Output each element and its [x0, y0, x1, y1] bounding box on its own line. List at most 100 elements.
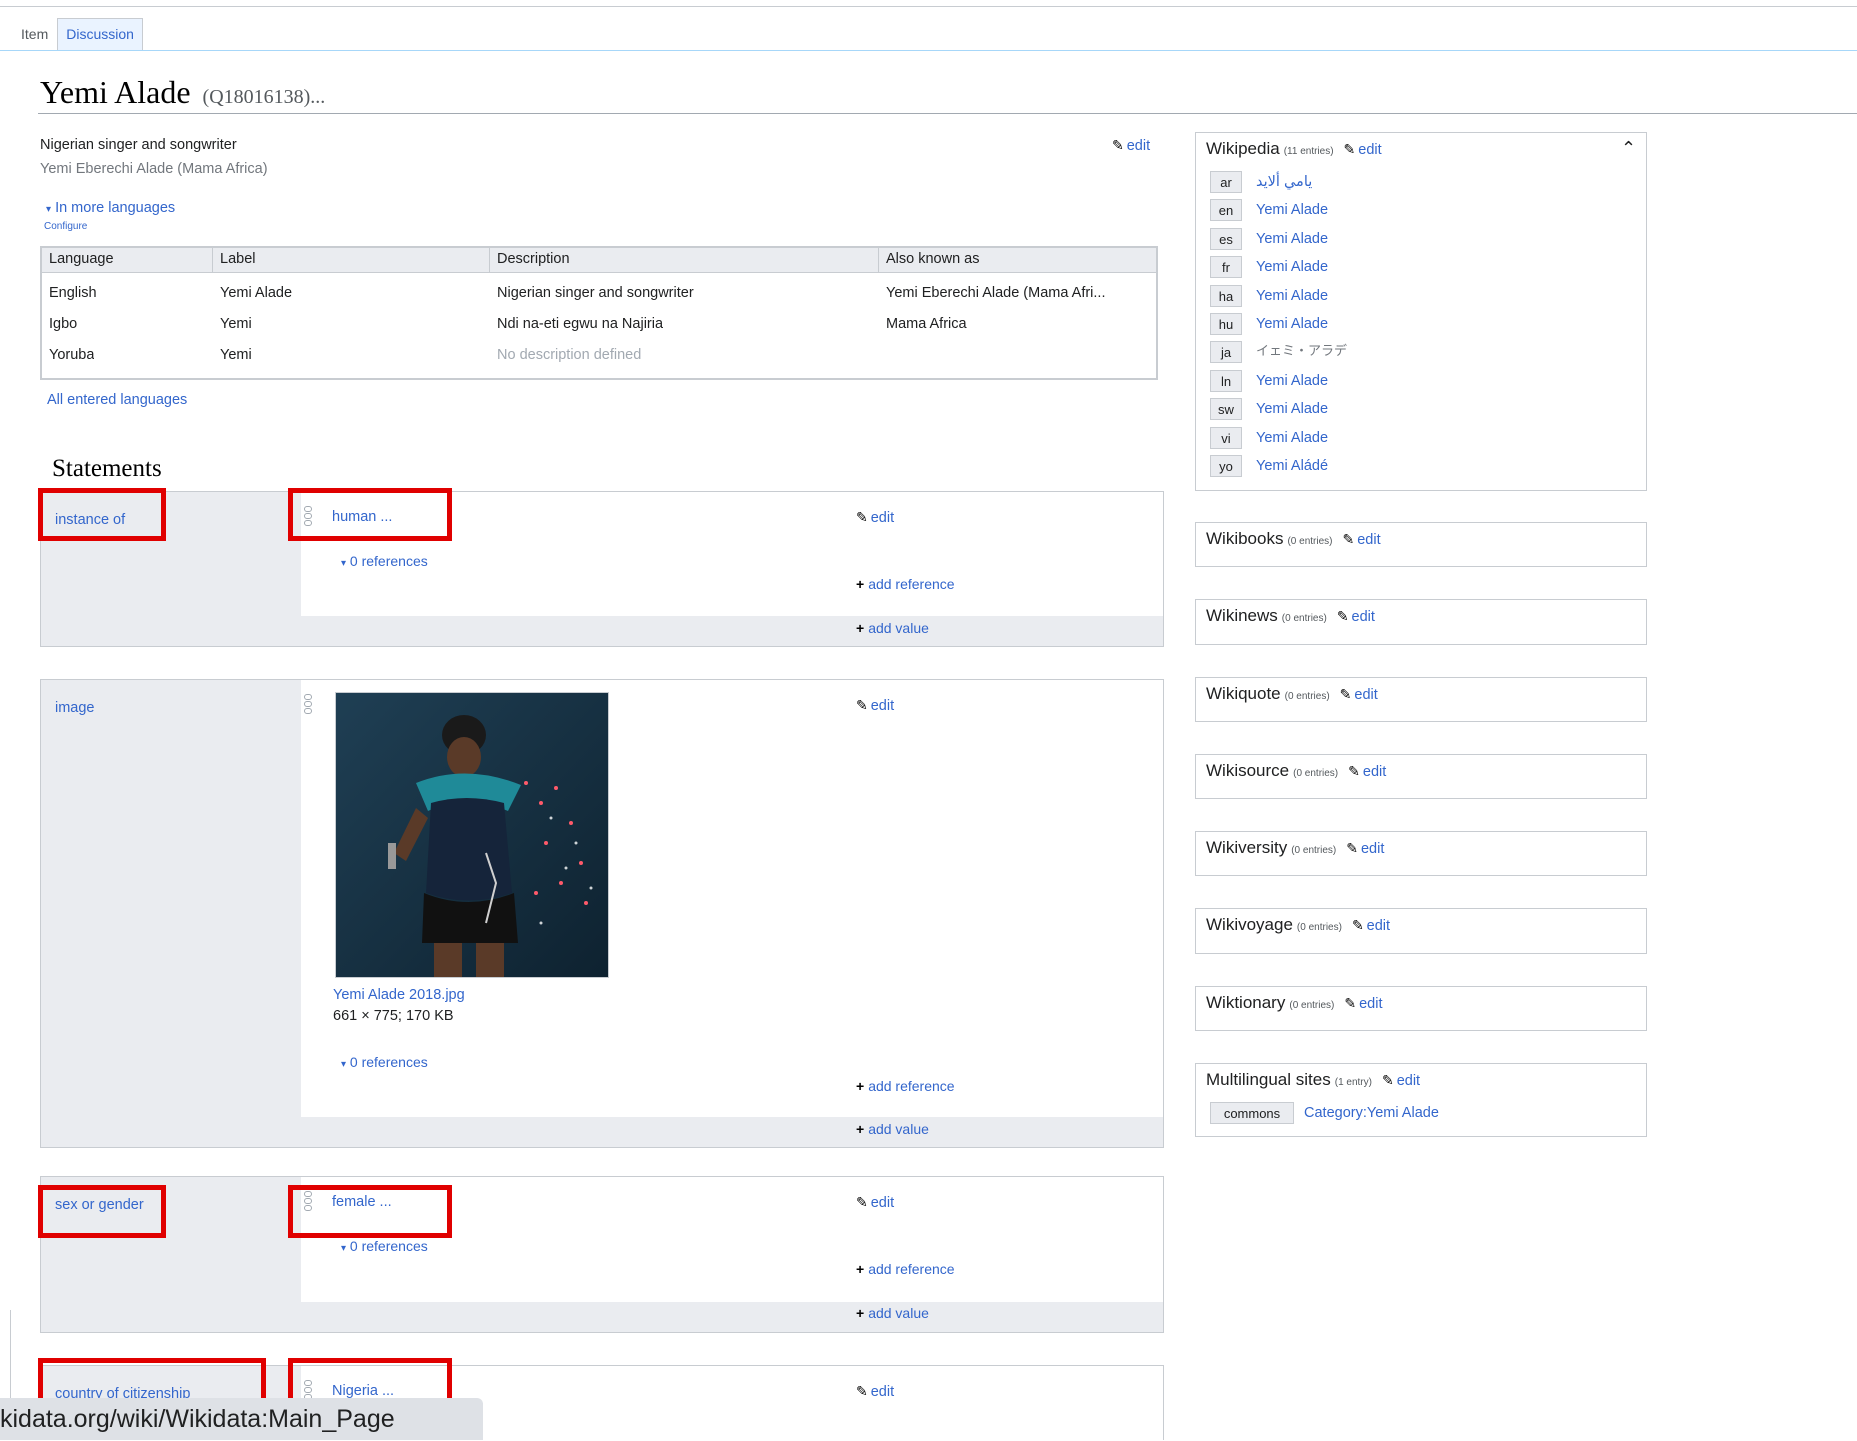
statement-edit-link[interactable]: ✎ edit [856, 1194, 894, 1211]
statement-edit-link[interactable]: ✎ edit [856, 1383, 894, 1400]
tab-item[interactable]: Item [12, 18, 57, 51]
add-value-link[interactable]: + add value [856, 620, 929, 636]
sitelinks-edit-link[interactable]: ✎ edit [1339, 686, 1378, 703]
entry-count: (0 entries) [1287, 536, 1333, 547]
col-description: Description [497, 251, 570, 267]
statement-edit-link[interactable]: ✎ edit [856, 509, 894, 526]
edit-label: edit [1354, 687, 1378, 703]
lang-code: ha [1210, 285, 1242, 307]
plus-icon: + [856, 1078, 865, 1094]
collapse-chevron-icon[interactable]: ⌃ [1621, 138, 1636, 159]
more-languages-toggle[interactable]: ▾ In more languages [46, 200, 175, 216]
row-description: No description defined [497, 347, 642, 363]
row-language: Yoruba [49, 347, 95, 363]
sitelink-title[interactable]: Yemi Alade [1256, 285, 1328, 307]
entry-count: (11 entries) [1283, 146, 1334, 157]
sitelink-title[interactable]: Yemi Alade [1256, 199, 1328, 221]
sitelinks-wikinews: Wikinews (0 entries) ✎ edit [1195, 599, 1647, 645]
sitelink-title[interactable]: يامي ألايد [1256, 171, 1312, 193]
add-reference-link[interactable]: + add reference [856, 1078, 955, 1094]
add-reference-label: add reference [868, 1078, 955, 1094]
table-header: Language Label Description Also known as [42, 248, 1156, 273]
statement-instance-of: instance of human ... ✎ edit ▾ 0 referenc… [40, 491, 1164, 647]
sitelinks-header: Wikiversity (0 entries) ✎ edit [1206, 838, 1384, 858]
sitelinks-wikiversity: Wikiversity (0 entries) ✎ edit [1195, 831, 1647, 876]
pencil-icon: ✎ [1339, 686, 1352, 702]
image-file-name[interactable]: Yemi Alade 2018.jpg [333, 987, 465, 1003]
edit-label: edit [870, 510, 895, 526]
references-toggle[interactable]: ▾ 0 references [341, 553, 428, 569]
add-reference-link[interactable]: + add reference [856, 1261, 955, 1277]
highlight-box [38, 1185, 166, 1238]
references-toggle[interactable]: ▾ 0 references [341, 1238, 428, 1254]
rank-selector-icon[interactable] [304, 694, 312, 716]
sitelinks-edit-link[interactable]: ✎ edit [1382, 1072, 1420, 1089]
entry-count: (0 entries) [1281, 613, 1327, 624]
sitelinks-wikipedia: Wikipedia (11 entries) ✎ edit ⌃ ar يامي ألا… [1195, 132, 1647, 491]
sitelink-title[interactable]: Yemi Alade [1256, 228, 1328, 250]
site-code: commons [1210, 1102, 1294, 1124]
lang-code: ln [1210, 370, 1242, 392]
add-reference-label: add reference [868, 1261, 955, 1277]
top-border [0, 0, 1857, 7]
sitelinks-header: Wikipedia (11 entries) ✎ edit [1206, 139, 1382, 159]
highlight-box [288, 1185, 452, 1238]
entry-count: (0 entries) [1293, 768, 1339, 779]
group-name: Wikivoyage [1206, 915, 1293, 934]
all-languages-link[interactable]: All entered languages [47, 392, 187, 408]
pencil-icon: ✎ [1342, 531, 1355, 547]
sitelinks-edit-link[interactable]: ✎ edit [1352, 917, 1390, 934]
sitelink-title[interactable]: Yemi Aládé [1256, 455, 1328, 477]
sitelinks-multilingual: Multilingual sites (1 entry) ✎ edit commons… [1195, 1063, 1647, 1137]
lang-code: hu [1210, 313, 1242, 335]
references-label: 0 references [349, 553, 428, 569]
pencil-icon: ✎ [856, 697, 868, 713]
sitelinks-edit-link[interactable]: ✎ edit [1346, 840, 1384, 857]
sitelink-title[interactable]: Yemi Alade [1256, 313, 1328, 335]
property-link[interactable]: image [55, 700, 95, 716]
entry-count: (0 entries) [1284, 691, 1330, 702]
statement-photo[interactable] [335, 692, 609, 978]
references-toggle[interactable]: ▾ 0 references [341, 1054, 428, 1070]
add-value-link[interactable]: + add value [856, 1305, 929, 1321]
sitelinks-edit-link[interactable]: ✎ edit [1337, 608, 1375, 625]
highlight-box [38, 488, 166, 541]
add-value-row [301, 1117, 1163, 1147]
statement-edit-link[interactable]: ✎ edit [856, 697, 894, 714]
pencil-icon: ✎ [856, 1194, 868, 1210]
row-label: Yemi [220, 316, 252, 332]
sitelink-title[interactable]: Category:Yemi Alade [1304, 1102, 1439, 1124]
group-name: Wiktionary [1206, 993, 1286, 1012]
group-name: Wikisource [1206, 761, 1290, 780]
edit-label: edit [1359, 996, 1383, 1012]
caret-down-icon: ▾ [341, 1059, 347, 1070]
row-label: Yemi Alade [220, 285, 293, 301]
edit-label: edit [1362, 764, 1387, 780]
add-value-link[interactable]: + add value [856, 1121, 929, 1137]
entry-count: (0 entries) [1289, 1000, 1335, 1011]
edit-label: edit [870, 1195, 895, 1211]
sitelinks-header: Wikiquote (0 entries) ✎ edit [1206, 684, 1378, 704]
group-name: Wikibooks [1206, 529, 1284, 548]
edit-label: edit [1351, 609, 1375, 625]
header-edit-link[interactable]: ✎ edit [1112, 137, 1150, 154]
edit-label: edit [1358, 142, 1382, 158]
sitelinks-edit-link[interactable]: ✎ edit [1348, 763, 1387, 780]
sitelink-title[interactable]: Yemi Alade [1256, 398, 1328, 420]
sitelinks-edit-link[interactable]: ✎ edit [1342, 531, 1380, 548]
sitelinks-edit-link[interactable]: ✎ edit [1344, 141, 1382, 158]
sitelink-title[interactable]: Yemi Alade [1256, 256, 1328, 278]
sitelink-title[interactable]: イェミ・アラデ [1256, 341, 1347, 363]
more-ellipsis[interactable]: ... [310, 86, 325, 108]
add-reference-link[interactable]: + add reference [856, 576, 955, 592]
sitelink-title[interactable]: Yemi Alade [1256, 427, 1328, 449]
sitelinks-edit-link[interactable]: ✎ edit [1344, 995, 1383, 1012]
configure-link[interactable]: Configure [44, 221, 87, 232]
lang-code: vi [1210, 427, 1242, 449]
sitelinks-header: Wikivoyage (0 entries) ✎ edit [1206, 915, 1390, 935]
sitelink-title[interactable]: Yemi Alade [1256, 370, 1328, 392]
group-name: Multilingual sites [1206, 1070, 1331, 1089]
row-language: Igbo [49, 316, 78, 332]
tab-discussion[interactable]: Discussion [57, 18, 143, 51]
singer-photo-illustration [336, 693, 608, 977]
